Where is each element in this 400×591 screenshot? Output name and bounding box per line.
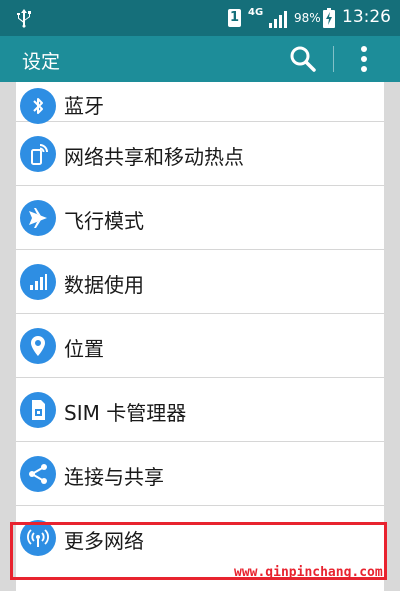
battery-percent: 98% [294,11,321,25]
settings-item-hotspot[interactable]: 网络共享和移动热点 [16,122,384,186]
search-icon[interactable] [289,45,317,73]
action-bar: 设定 [0,36,400,82]
data-usage-icon [20,264,56,300]
settings-list: 蓝牙 网络共享和移动热点 飞行模式 数据使用 位置 SIM 卡管理器 连接与共享… [16,82,384,591]
settings-item-location[interactable]: 位置 [16,314,384,378]
settings-item-label: 位置 [64,337,104,361]
share-icon [20,456,56,492]
settings-item-airplane-mode[interactable]: 飞行模式 [16,186,384,250]
settings-item-label: 飞行模式 [64,209,144,233]
battery-charging-icon [323,8,335,28]
watermark: www.qinpinchang.com [234,565,383,580]
action-divider [333,46,334,72]
hotspot-icon [20,136,56,172]
settings-item-connections[interactable]: 连接与共享 [16,442,384,506]
settings-item-label: 数据使用 [64,273,144,297]
settings-item-label: SIM 卡管理器 [64,401,187,425]
status-time: 13:26 [342,7,391,27]
more-vert-icon[interactable] [350,43,378,75]
network-type: 4G [248,7,264,18]
location-icon [20,328,56,364]
settings-item-data-usage[interactable]: 数据使用 [16,250,384,314]
page-title: 设定 [22,51,61,73]
settings-item-sim-manager[interactable]: SIM 卡管理器 [16,378,384,442]
settings-item-label: 蓝牙 [64,94,104,118]
settings-item-label: 网络共享和移动热点 [64,145,244,169]
sim-slot-indicator: 1 [228,9,241,27]
sim-card-icon [20,392,56,428]
bluetooth-icon [20,88,56,124]
status-bar: 1 4G 98% 13:26 [0,0,400,36]
signal-icon [269,11,287,28]
airplane-icon [20,200,56,236]
usb-icon [17,9,31,28]
settings-item-bluetooth[interactable]: 蓝牙 [16,82,384,124]
settings-item-label: 连接与共享 [64,465,164,489]
